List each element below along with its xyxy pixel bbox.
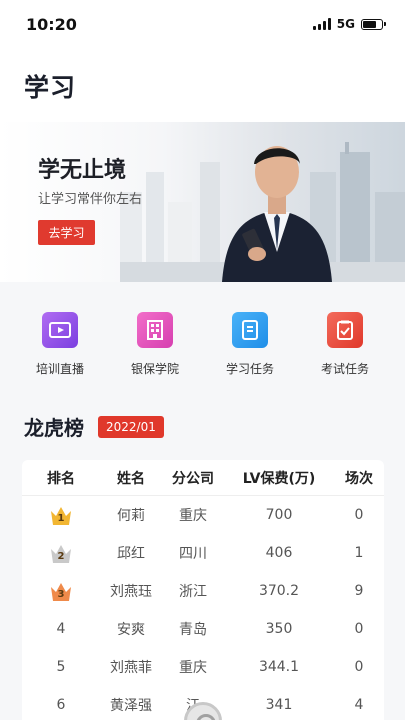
column-header-name: 姓名 <box>117 470 145 487</box>
page-title: 学习 <box>24 73 77 102</box>
businessman-image <box>222 146 332 282</box>
battery-icon <box>361 18 386 30</box>
leaderboard-table: 排名 姓名 分公司 LV保费(万) 场次 1 何莉 重庆 700 0 2 邱红 … <box>22 460 384 720</box>
name-cell: 刘燕珏 <box>110 584 152 600</box>
rank-cell: 4 <box>56 621 66 637</box>
rank-cell: 3 <box>22 579 100 603</box>
sessions-cell: 4 <box>354 697 364 713</box>
column-header-sessions: 场次 <box>345 470 373 487</box>
branch-cell: 浙江 <box>179 584 207 600</box>
branch-cell: 青岛 <box>179 622 207 638</box>
premium-cell: 700 <box>265 507 293 523</box>
table-row[interactable]: 2 邱红 四川 406 1 <box>22 534 384 572</box>
table-row[interactable]: 4 安爽 青岛 350 0 <box>22 610 384 648</box>
sessions-cell: 0 <box>354 507 364 523</box>
rank-cell: 6 <box>56 697 66 713</box>
feature-label: 考试任务 <box>320 362 369 376</box>
rank-number: 2 <box>57 551 65 562</box>
rank-cell: 5 <box>56 659 66 675</box>
feature-item-study-tasks[interactable]: 学习任务 <box>210 312 290 377</box>
banner-title: 学无止境 <box>38 158 127 183</box>
rank-number: 3 <box>57 589 65 600</box>
feature-label: 学习任务 <box>225 362 274 376</box>
name-cell: 黄泽强 <box>110 698 152 714</box>
feature-grid: 培训直播 银保学院 学习任务 考试任务 <box>20 312 385 377</box>
content-section: 培训直播 银保学院 学习任务 考试任务 龙虎榜 2022/01 排名 姓名 分公… <box>0 282 405 720</box>
status-time: 10:20 <box>26 14 77 34</box>
table-header: 排名 姓名 分公司 LV保费(万) 场次 <box>22 460 384 496</box>
name-cell: 刘燕菲 <box>110 660 152 676</box>
exam-check-icon <box>327 312 363 348</box>
building-icon <box>137 312 173 348</box>
name-cell: 何莉 <box>117 508 145 524</box>
premium-cell: 350 <box>265 621 293 637</box>
feature-item-exam-tasks[interactable]: 考试任务 <box>305 312 385 377</box>
column-header-premium: LV保费(万) <box>242 470 316 487</box>
sessions-cell: 0 <box>354 621 364 637</box>
battery-level <box>363 20 376 28</box>
name-cell: 安爽 <box>117 622 145 638</box>
status-bar: 10:20 5G <box>0 0 405 48</box>
sessions-cell: 0 <box>354 659 364 675</box>
premium-cell: 344.1 <box>258 659 300 675</box>
rank-cell: 2 <box>22 541 100 565</box>
sessions-cell: 9 <box>354 583 364 599</box>
period-badge[interactable]: 2022/01 <box>98 415 164 438</box>
column-header-branch: 分公司 <box>172 470 214 487</box>
leaderboard-title: 龙虎榜 <box>24 416 84 440</box>
live-play-icon <box>42 312 78 348</box>
book-icon <box>232 312 268 348</box>
table-row[interactable]: 1 何莉 重庆 700 0 <box>22 496 384 534</box>
branch-cell: 重庆 <box>179 660 207 676</box>
gold-crown-icon: 1 <box>48 503 74 527</box>
network-type: 5G <box>336 17 355 31</box>
table-row[interactable]: 5 刘燕菲 重庆 344.1 0 <box>22 648 384 686</box>
feature-label: 培训直播 <box>35 362 84 376</box>
premium-cell: 370.2 <box>258 583 300 599</box>
bronze-crown-icon: 3 <box>48 579 74 603</box>
rank-cell: 1 <box>22 503 100 527</box>
premium-cell: 341 <box>265 697 293 713</box>
column-header-rank: 排名 <box>47 470 75 487</box>
promo-banner[interactable]: 学无止境 让学习常伴你左右 去学习 <box>0 122 405 282</box>
leaderboard-header: 龙虎榜 2022/01 <box>24 412 164 441</box>
feature-label: 银保学院 <box>130 362 179 376</box>
feature-item-bank-insurance-academy[interactable]: 银保学院 <box>115 312 195 377</box>
silver-crown-icon: 2 <box>48 541 74 565</box>
branch-cell: 重庆 <box>179 508 207 524</box>
banner-subtitle: 让学习常伴你左右 <box>38 192 143 207</box>
signal-icon <box>312 18 331 30</box>
rank-number: 1 <box>57 513 65 524</box>
table-row[interactable]: 3 刘燕珏 浙江 370.2 9 <box>22 572 384 610</box>
status-indicators: 5G <box>312 17 386 31</box>
feature-item-live-training[interactable]: 培训直播 <box>20 312 100 377</box>
sessions-cell: 1 <box>354 545 364 561</box>
name-cell: 邱红 <box>117 546 145 562</box>
premium-cell: 406 <box>265 545 293 561</box>
branch-cell: 四川 <box>179 546 207 562</box>
go-learn-button[interactable]: 去学习 <box>38 220 95 245</box>
